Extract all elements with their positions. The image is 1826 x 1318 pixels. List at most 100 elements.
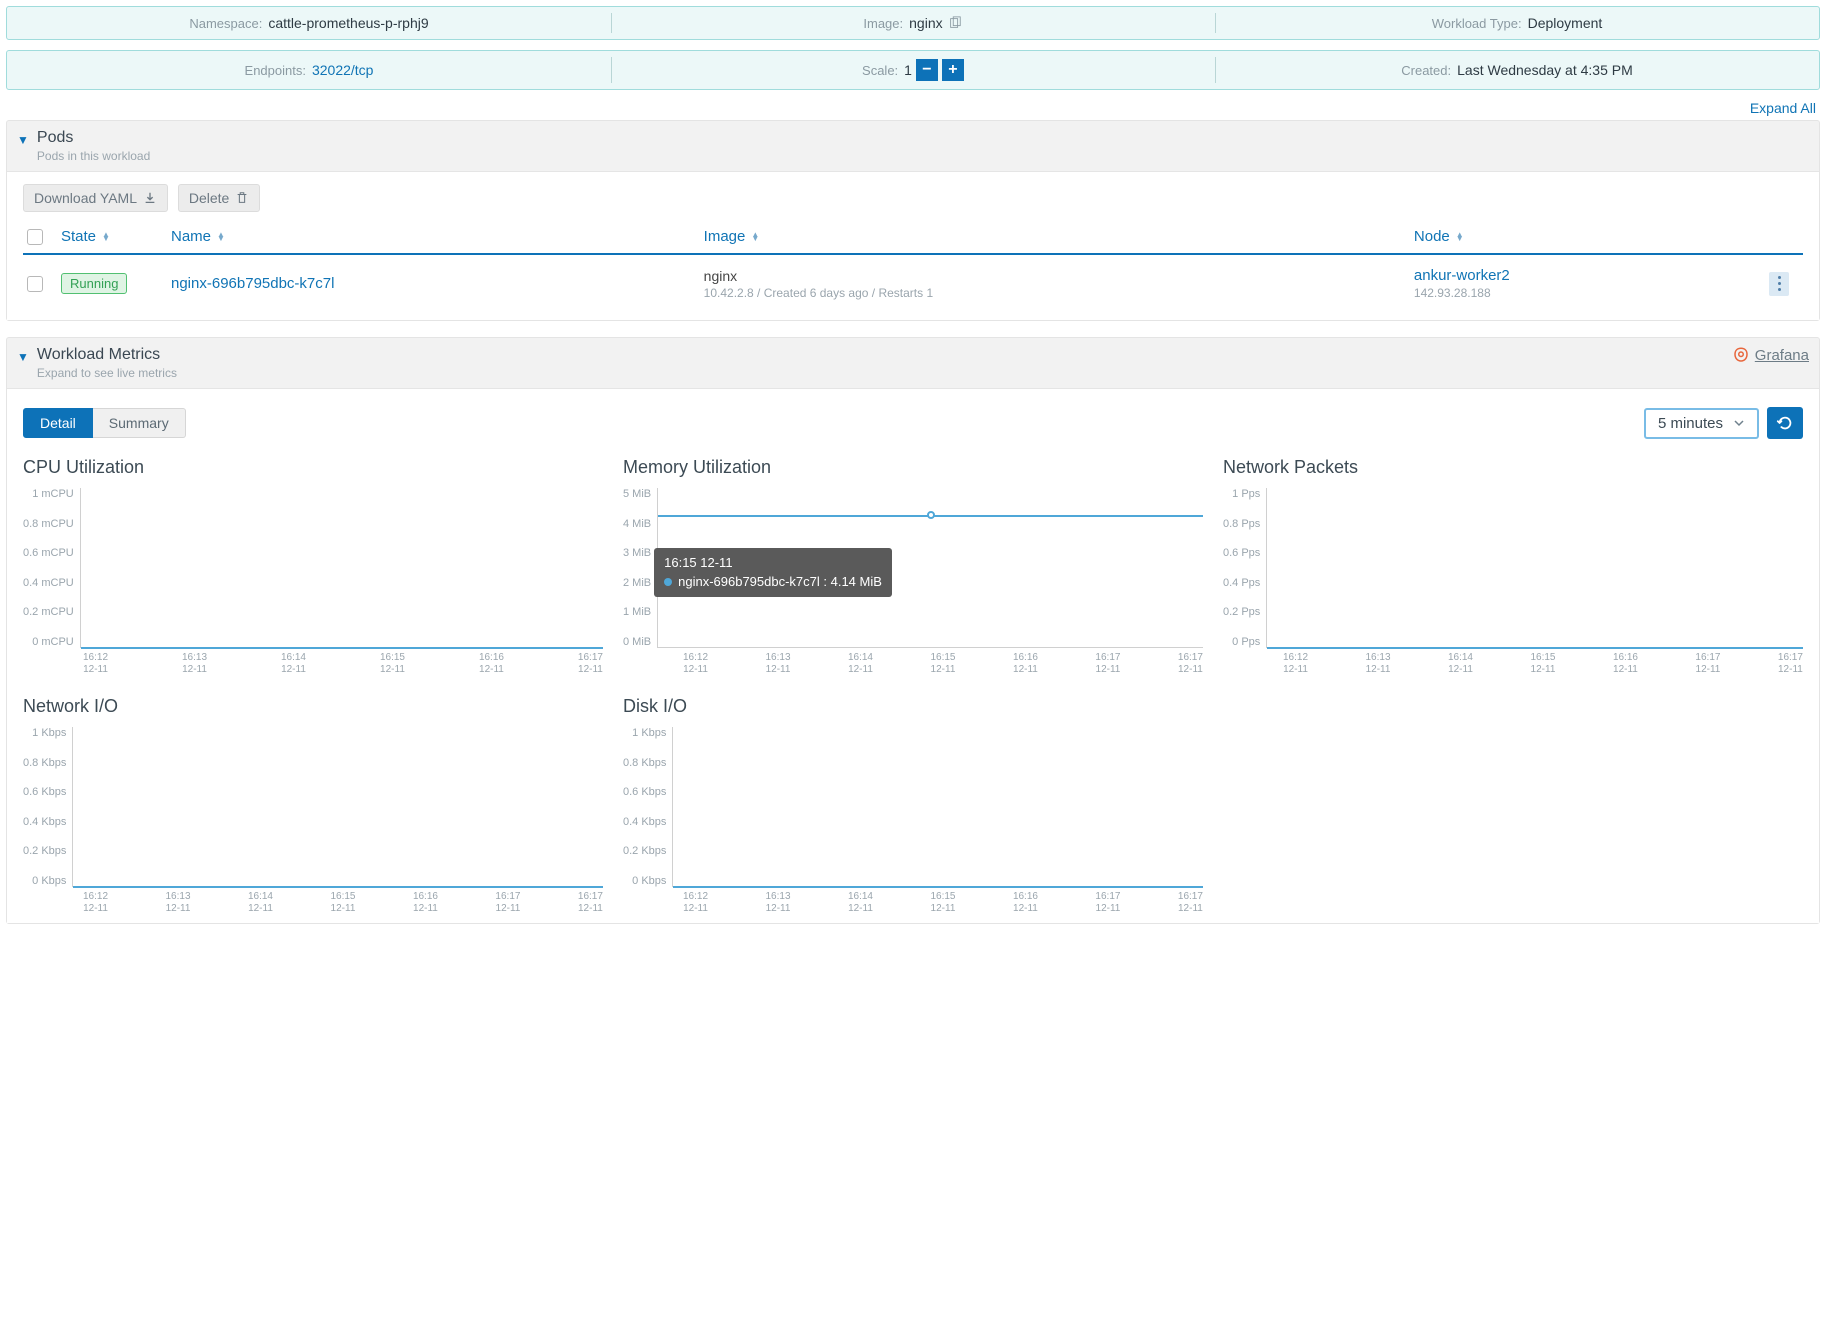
chart-title: CPU Utilization (23, 457, 603, 478)
pods-table-header: State ▲▼ Name ▲▼ Image ▲▼ Node ▲▼ (23, 222, 1803, 255)
view-toggle: Detail Summary (23, 408, 186, 438)
tab-summary[interactable]: Summary (93, 408, 186, 438)
pod-node-link[interactable]: ankur-worker2 (1414, 267, 1769, 284)
chart-title: Network Packets (1223, 457, 1803, 478)
metrics-title: Workload Metrics (37, 346, 1732, 364)
chart-body: 5 MiB4 MiB3 MiB2 MiB1 MiB0 MiB16:15 12-1… (623, 488, 1203, 648)
time-range-select[interactable]: 5 minutes (1644, 408, 1759, 439)
x-axis: 16:1212-1116:1312-1116:1412-1116:1512-11… (83, 891, 603, 915)
chart-plot[interactable]: 16:15 12-11nginx-696b795dbc-k7c7l : 4.14… (657, 488, 1203, 648)
pod-name-link[interactable]: nginx-696b795dbc-k7c7l (171, 275, 334, 292)
y-axis: 1 mCPU0.8 mCPU0.6 mCPU0.4 mCPU0.2 mCPU0 … (23, 488, 80, 648)
download-icon (143, 191, 157, 205)
sort-icon: ▲▼ (1456, 233, 1464, 241)
metrics-accordion: ▼ Workload Metrics Expand to see live me… (6, 337, 1820, 924)
caret-down-icon: ▼ (17, 350, 29, 364)
workload-type-cell: Workload Type: Deployment (1215, 7, 1819, 39)
y-axis: 1 Pps0.8 Pps0.6 Pps0.4 Pps0.2 Pps0 Pps (1223, 488, 1266, 648)
chart-netpkt: Network Packets 1 Pps0.8 Pps0.6 Pps0.4 Pp… (1223, 457, 1803, 676)
chart-tooltip: 16:15 12-11nginx-696b795dbc-k7c7l : 4.14… (654, 548, 892, 596)
chevron-down-icon (1733, 417, 1745, 429)
grafana-link[interactable]: Grafana (1732, 346, 1809, 364)
time-range-value: 5 minutes (1658, 415, 1723, 432)
col-state-label: State (61, 228, 96, 245)
chart-mem: Memory Utilization 5 MiB4 MiB3 MiB2 MiB1 … (623, 457, 1203, 676)
pod-image: nginx (704, 268, 1414, 284)
download-yaml-button[interactable]: Download YAML (23, 184, 168, 212)
chart-plot[interactable] (72, 727, 603, 887)
row-menu-button[interactable] (1769, 272, 1789, 296)
download-yaml-label: Download YAML (34, 190, 137, 206)
y-axis: 1 Kbps0.8 Kbps0.6 Kbps0.4 Kbps0.2 Kbps0 … (623, 727, 672, 887)
caret-down-icon: ▼ (17, 133, 29, 147)
chart-title: Memory Utilization (623, 457, 1203, 478)
x-axis: 16:1212-1116:1312-1116:1412-1116:1512-11… (83, 652, 603, 676)
y-axis: 5 MiB4 MiB3 MiB2 MiB1 MiB0 MiB (623, 488, 657, 648)
refresh-button[interactable] (1767, 407, 1803, 439)
scale-minus-button[interactable]: − (916, 59, 938, 81)
pods-toolbar: Download YAML Delete (23, 184, 1803, 212)
namespace-value: cattle-prometheus-p-rphj9 (268, 15, 428, 31)
metrics-toolbar: Detail Summary 5 minutes (23, 407, 1803, 439)
copy-icon[interactable] (947, 15, 963, 31)
col-name-label: Name (171, 228, 211, 245)
chart-marker (927, 511, 935, 519)
pods-table: State ▲▼ Name ▲▼ Image ▲▼ Node ▲▼ (23, 222, 1803, 312)
col-image[interactable]: Image ▲▼ (704, 228, 1414, 245)
namespace-cell: Namespace: cattle-prometheus-p-rphj9 (7, 7, 611, 39)
image-value: nginx (909, 15, 942, 31)
pods-subtitle: Pods in this workload (37, 149, 1809, 163)
scale-cell: Scale: 1 − + (611, 51, 1215, 89)
x-axis: 16:1212-1116:1312-1116:1412-1116:1512-11… (683, 891, 1203, 915)
chart-netio: Network I/O 1 Kbps0.8 Kbps0.6 Kbps0.4 Kbp… (23, 696, 603, 915)
delete-button[interactable]: Delete (178, 184, 260, 212)
workload-info-strip-2: Endpoints: 32022/tcp Scale: 1 − + Create… (6, 50, 1820, 90)
chart-plot[interactable] (672, 727, 1203, 887)
image-cell: Image: nginx (611, 7, 1215, 39)
grafana-label: Grafana (1755, 347, 1809, 364)
chart-cpu: CPU Utilization 1 mCPU0.8 mCPU0.6 mCPU0.4… (23, 457, 603, 676)
sort-icon: ▲▼ (217, 233, 225, 241)
chart-title: Disk I/O (623, 696, 1203, 717)
charts-grid: CPU Utilization 1 mCPU0.8 mCPU0.6 mCPU0.4… (23, 457, 1803, 915)
chart-plot[interactable] (80, 488, 603, 648)
expand-all-row: Expand All (10, 100, 1816, 116)
col-name[interactable]: Name ▲▼ (171, 228, 704, 245)
chart-body: 1 Kbps0.8 Kbps0.6 Kbps0.4 Kbps0.2 Kbps0 … (23, 727, 603, 887)
workload-type-value: Deployment (1528, 15, 1603, 31)
sort-icon: ▲▼ (751, 233, 759, 241)
x-axis: 16:1212-1116:1312-1116:1412-1116:1512-11… (1283, 652, 1803, 676)
pods-title: Pods (37, 129, 1809, 147)
chart-body: 1 Kbps0.8 Kbps0.6 Kbps0.4 Kbps0.2 Kbps0 … (623, 727, 1203, 887)
metrics-accordion-header[interactable]: ▼ Workload Metrics Expand to see live me… (7, 338, 1819, 388)
chart-diskio: Disk I/O 1 Kbps0.8 Kbps0.6 Kbps0.4 Kbps0.… (623, 696, 1203, 915)
pods-accordion-body: Download YAML Delete State ▲▼ Name ▲▼ (7, 171, 1819, 320)
table-row: Running nginx-696b795dbc-k7c7l nginx 10.… (23, 255, 1803, 312)
refresh-icon (1776, 414, 1794, 432)
pod-image-sub: 10.42.2.8 / Created 6 days ago / Restart… (704, 286, 1414, 300)
col-node-label: Node (1414, 228, 1450, 245)
col-node[interactable]: Node ▲▼ (1414, 228, 1769, 245)
metrics-accordion-body: Detail Summary 5 minutes CPU Utilization… (7, 388, 1819, 923)
endpoints-link[interactable]: 32022/tcp (312, 62, 374, 78)
workload-info-strip-1: Namespace: cattle-prometheus-p-rphj9 Ima… (6, 6, 1820, 40)
row-checkbox[interactable] (27, 276, 43, 292)
metrics-subtitle: Expand to see live metrics (37, 366, 1732, 380)
created-value: Last Wednesday at 4:35 PM (1457, 62, 1633, 78)
tab-detail[interactable]: Detail (23, 408, 93, 438)
select-all-checkbox[interactable] (27, 229, 43, 245)
delete-label: Delete (189, 190, 229, 206)
col-state[interactable]: State ▲▼ (61, 228, 171, 245)
scale-value: 1 (904, 62, 912, 78)
created-cell: Created: Last Wednesday at 4:35 PM (1215, 51, 1819, 89)
expand-all-link[interactable]: Expand All (1750, 100, 1816, 116)
image-label: Image: (863, 16, 903, 31)
workload-type-label: Workload Type: (1432, 16, 1522, 31)
chart-title: Network I/O (23, 696, 603, 717)
scale-plus-button[interactable]: + (942, 59, 964, 81)
pods-accordion-header[interactable]: ▼ Pods Pods in this workload (7, 121, 1819, 171)
trash-icon (235, 191, 249, 205)
chart-plot[interactable] (1266, 488, 1803, 648)
y-axis: 1 Kbps0.8 Kbps0.6 Kbps0.4 Kbps0.2 Kbps0 … (23, 727, 72, 887)
scale-label: Scale: (862, 63, 898, 78)
